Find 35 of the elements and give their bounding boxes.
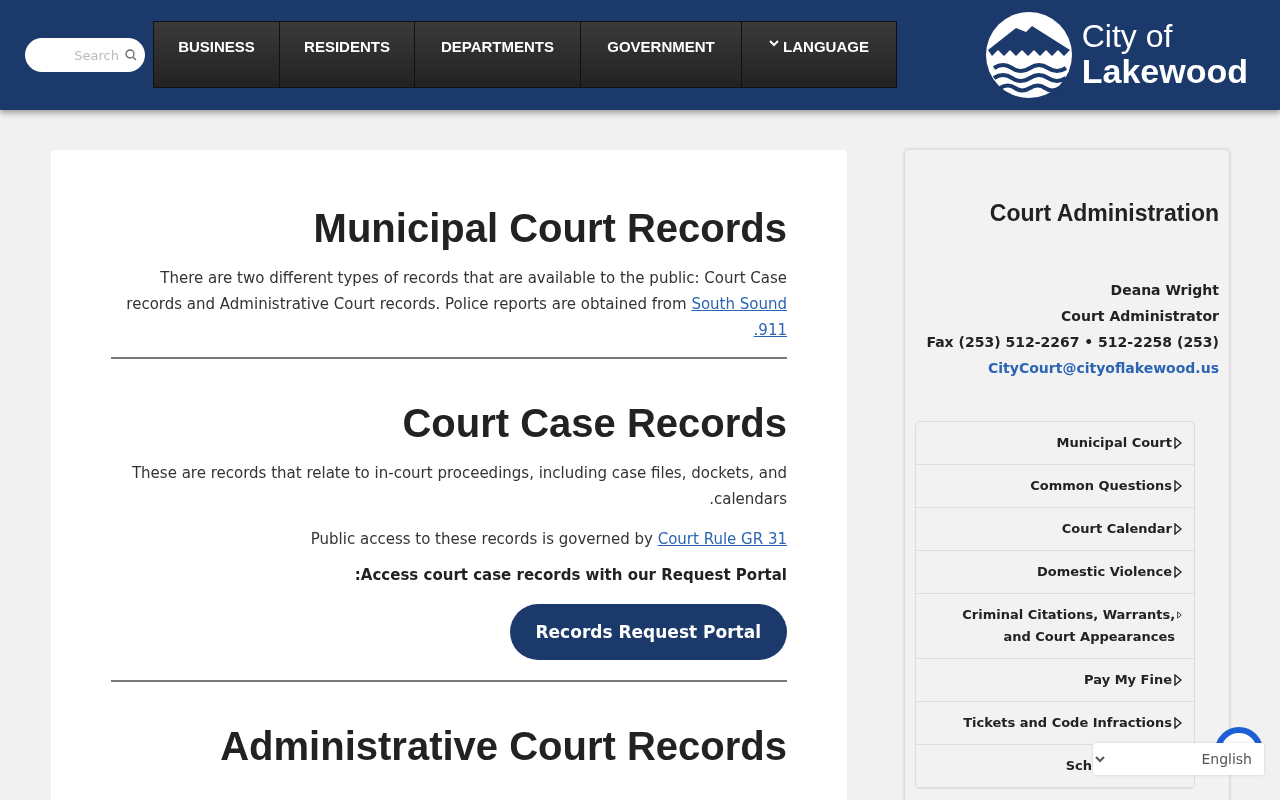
paragraph: Public access to these records is governed by Court Rule GR 31 bbox=[309, 529, 787, 550]
email-link[interactable]: CityCourt@cityoflakewood.us bbox=[915, 355, 1219, 381]
paragraph: These are records that relate to in-court proceedings, including case files, dockets, and .calendars bbox=[130, 463, 787, 510]
contact-text: Court Administrator bbox=[1060, 307, 1219, 326]
portal-button[interactable]: Records Request Portal bbox=[509, 604, 787, 660]
menu-item[interactable]: Pay My Fine bbox=[916, 659, 1194, 702]
nav-item[interactable]: GOVERNMENT bbox=[581, 22, 742, 87]
bold-text: :Access court case records with our Request Portal bbox=[354, 566, 787, 584]
text-link[interactable]: .911 bbox=[753, 321, 787, 339]
menu-item[interactable]: Common Questions bbox=[916, 465, 1194, 508]
search-input[interactable]: Search bbox=[47, 46, 121, 64]
text-link[interactable]: Court Rule GR 31 bbox=[657, 530, 787, 548]
menu-item[interactable]: Court Calendar bbox=[916, 508, 1194, 551]
section-heading: Administrative Court Records bbox=[220, 724, 787, 769]
paragraph: There are two different types of records that are available to the public: Court Case records and Administrative Court records. Police reports are obtained from South Sound .911 bbox=[125, 268, 787, 341]
chevron-down-icon bbox=[1095, 754, 1105, 764]
nav-item[interactable]: LANGUAGE bbox=[742, 22, 896, 87]
contact-text: Deana Wright bbox=[1109, 281, 1219, 300]
text-link[interactable]: South Sound bbox=[691, 295, 787, 313]
nav-item[interactable]: BUSINESS bbox=[154, 22, 280, 87]
logo-icon bbox=[985, 12, 1072, 98]
contact-text: Fax (253) 512-2267 • 512-2258 (253) bbox=[925, 333, 1219, 352]
menu-item[interactable]: Domestic Violence bbox=[916, 551, 1194, 594]
search-icon bbox=[125, 49, 137, 61]
search-field[interactable]: Search bbox=[25, 38, 145, 72]
logo-text: City of bbox=[1081, 20, 1174, 54]
language-dropdown-menu[interactable]: English bbox=[1093, 743, 1264, 775]
menu-item[interactable]: Criminal Citations, Warrants, and Court Appearances bbox=[916, 594, 1194, 659]
menu-item[interactable]: Municipal Court bbox=[916, 422, 1194, 465]
logo-text: Lakewood bbox=[1081, 53, 1248, 90]
section-heading: Court Case Records bbox=[402, 401, 787, 446]
nav-item[interactable]: DEPARTMENTS bbox=[415, 22, 581, 87]
section-heading: Municipal Court Records bbox=[313, 206, 787, 251]
nav-item[interactable]: RESIDENTS bbox=[280, 22, 415, 87]
sidebar-heading: Court Administration bbox=[988, 200, 1219, 227]
